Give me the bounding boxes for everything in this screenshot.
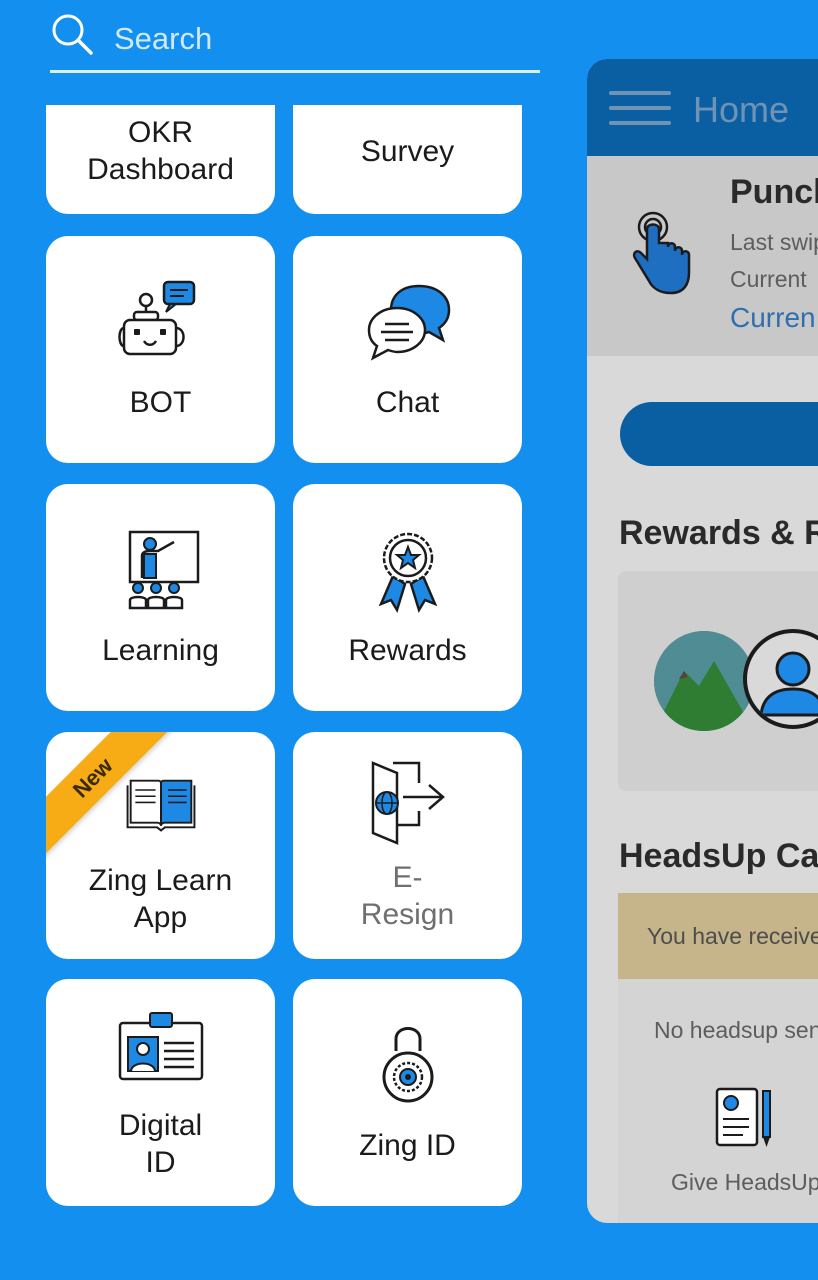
rewards-tile[interactable]: Rewards [293,484,522,711]
document-pen-icon [715,1087,771,1147]
survey-tile[interactable]: Survey [293,105,522,214]
tile-label: Digital ID [118,1108,203,1179]
bot-icon [117,280,195,356]
module-grid: OKR Dashboard Survey BOT Chat Learning R… [0,105,560,1280]
tile-label: Chat [375,386,440,419]
last-swipe-text: Last swip [730,229,818,255]
chat-icon [367,284,450,361]
received-text: You have receive [647,923,818,949]
digital-id-tile[interactable]: Digital ID [46,979,275,1206]
mountain-avatar [654,631,754,731]
tile-label: Learning [102,634,219,667]
search-input[interactable] [112,18,516,60]
tap-hand-icon [632,211,691,295]
hamburger-menu-icon [609,91,671,127]
e-resign-tile[interactable]: E- Resign [293,732,522,959]
rewards-icon [378,532,437,614]
search-icon[interactable] [50,12,94,56]
bot-tile[interactable]: BOT [46,236,275,463]
zing-id-tile[interactable]: Zing ID [293,979,522,1206]
search-underline [50,70,540,73]
search-bar[interactable] [50,10,540,74]
tile-label: BOT [129,386,192,419]
tile-label: Zing ID [359,1129,456,1162]
punch-title: Punch [730,173,818,211]
learning-tile[interactable]: Learning [46,484,275,711]
current-link: Curren [730,302,816,333]
current-text: Current [730,266,807,292]
punch-button [620,402,818,466]
id-card-icon [118,1011,203,1080]
lock-icon [382,1027,433,1103]
zing-learn-app-tile[interactable]: New Zing Learn App [46,732,275,959]
give-headsup-text: Give HeadsUp [671,1169,818,1195]
no-headsup-text: No headsup sen [654,1017,818,1043]
exit-door-icon [371,760,445,845]
headsup-heading: HeadsUp Ca [619,837,818,875]
tile-label: OKR Dashboard [87,116,234,186]
okr-dashboard-tile[interactable]: OKR Dashboard [46,105,275,214]
home-title: Home [693,89,790,130]
learning-icon [128,530,199,610]
book-icon [126,779,195,832]
rewards-heading: Rewards & R [619,514,818,552]
tile-label: Rewards [348,634,467,667]
tile-label: Zing Learn App [88,863,233,934]
tile-label: Survey [360,135,455,168]
tile-label: E- Resign [360,860,455,931]
background-home-screen: Home Punch Last swip Current Curren Rewa… [587,59,818,1223]
chat-tile[interactable]: Chat [293,236,522,463]
